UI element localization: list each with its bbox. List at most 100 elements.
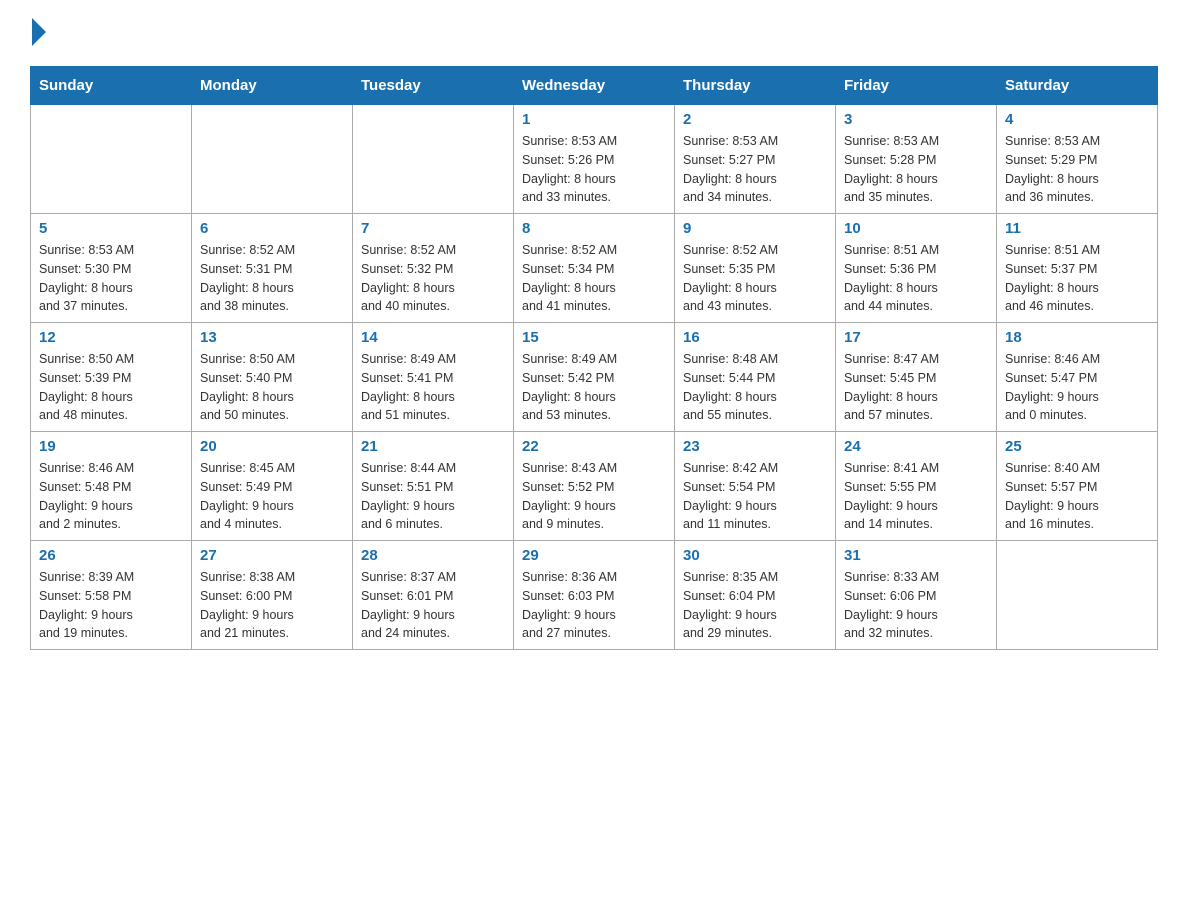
day-info: Sunrise: 8:52 AM Sunset: 5:32 PM Dayligh… xyxy=(361,241,505,316)
calendar-cell: 29Sunrise: 8:36 AM Sunset: 6:03 PM Dayli… xyxy=(514,541,675,650)
calendar-header-thursday: Thursday xyxy=(675,67,836,105)
calendar-header-row: SundayMondayTuesdayWednesdayThursdayFrid… xyxy=(31,67,1158,105)
calendar-cell: 15 Sunrise: 8:49 AM Sunset: 5:42 PM Dayli… xyxy=(514,323,675,432)
calendar-cell: 24 Sunrise: 8:41 AM Sunset: 5:55 PM Dayli… xyxy=(836,432,997,541)
day-number: 27 xyxy=(200,547,344,564)
calendar-header-sunday: Sunday xyxy=(31,67,192,105)
calendar-cell: 9Sunrise: 8:52 AM Sunset: 5:35 PM Daylig… xyxy=(675,214,836,323)
day-number: 1 xyxy=(522,111,666,128)
day-info: Sunrise: 8:52 AM Sunset: 5:31 PM Dayligh… xyxy=(200,241,344,316)
day-number: 23 xyxy=(683,438,827,455)
calendar-week-row: 1Sunrise: 8:53 AM Sunset: 5:26 PM Daylig… xyxy=(31,105,1158,214)
day-info: Sunrise: 8:43 AM Sunset: 5:52 PM Dayligh… xyxy=(522,459,666,534)
calendar-cell: 18 Sunrise: 8:46 AM Sunset: 5:47 PM Dayli… xyxy=(997,323,1158,432)
day-info: Sunrise: 8:40 AM Sunset: 5:57 PM Dayligh… xyxy=(1005,459,1149,534)
day-info: Sunrise: 8:44 AM Sunset: 5:51 PM Dayligh… xyxy=(361,459,505,534)
day-info: Sunrise: 8:50 AM Sunset: 5:39 PM Dayligh… xyxy=(39,350,183,425)
day-number: 28 xyxy=(361,547,505,564)
day-number: 8 xyxy=(522,220,666,237)
calendar-cell: 27 Sunrise: 8:38 AM Sunset: 6:00 PM Dayli… xyxy=(192,541,353,650)
calendar-cell xyxy=(31,105,192,214)
day-number: 18 xyxy=(1005,329,1149,346)
calendar-cell: 23 Sunrise: 8:42 AM Sunset: 5:54 PM Dayli… xyxy=(675,432,836,541)
day-info: Sunrise: 8:51 AM Sunset: 5:37 PM Dayligh… xyxy=(1005,241,1149,316)
day-number: 9 xyxy=(683,220,827,237)
day-number: 15 xyxy=(522,329,666,346)
day-info: Sunrise: 8:47 AM Sunset: 5:45 PM Dayligh… xyxy=(844,350,988,425)
calendar-week-row: 26 Sunrise: 8:39 AM Sunset: 5:58 PM Dayli… xyxy=(31,541,1158,650)
day-info: Sunrise: 8:37 AM Sunset: 6:01 PM Dayligh… xyxy=(361,568,505,643)
calendar-table: SundayMondayTuesdayWednesdayThursdayFrid… xyxy=(30,66,1158,650)
day-info: Sunrise: 8:41 AM Sunset: 5:55 PM Dayligh… xyxy=(844,459,988,534)
calendar-header-monday: Monday xyxy=(192,67,353,105)
day-number: 4 xyxy=(1005,111,1149,128)
calendar-cell: 30 Sunrise: 8:35 AM Sunset: 6:04 PM Dayli… xyxy=(675,541,836,650)
calendar-cell: 11 Sunrise: 8:51 AM Sunset: 5:37 PM Dayli… xyxy=(997,214,1158,323)
day-number: 5 xyxy=(39,220,183,237)
day-number: 14 xyxy=(361,329,505,346)
day-info: Sunrise: 8:42 AM Sunset: 5:54 PM Dayligh… xyxy=(683,459,827,534)
calendar-cell: 1Sunrise: 8:53 AM Sunset: 5:26 PM Daylig… xyxy=(514,105,675,214)
calendar-cell: 22 Sunrise: 8:43 AM Sunset: 5:52 PM Dayli… xyxy=(514,432,675,541)
day-number: 30 xyxy=(683,547,827,564)
calendar-week-row: 5 Sunrise: 8:53 AM Sunset: 5:30 PM Daylig… xyxy=(31,214,1158,323)
calendar-cell: 21 Sunrise: 8:44 AM Sunset: 5:51 PM Dayli… xyxy=(353,432,514,541)
calendar-cell: 12 Sunrise: 8:50 AM Sunset: 5:39 PM Dayli… xyxy=(31,323,192,432)
day-info: Sunrise: 8:45 AM Sunset: 5:49 PM Dayligh… xyxy=(200,459,344,534)
calendar-cell: 2Sunrise: 8:53 AM Sunset: 5:27 PM Daylig… xyxy=(675,105,836,214)
day-info: Sunrise: 8:46 AM Sunset: 5:47 PM Dayligh… xyxy=(1005,350,1149,425)
calendar-cell: 20 Sunrise: 8:45 AM Sunset: 5:49 PM Dayli… xyxy=(192,432,353,541)
calendar-header-saturday: Saturday xyxy=(997,67,1158,105)
page-header xyxy=(30,20,1158,46)
day-number: 31 xyxy=(844,547,988,564)
day-number: 6 xyxy=(200,220,344,237)
day-number: 26 xyxy=(39,547,183,564)
day-info: Sunrise: 8:51 AM Sunset: 5:36 PM Dayligh… xyxy=(844,241,988,316)
calendar-cell: 16Sunrise: 8:48 AM Sunset: 5:44 PM Dayli… xyxy=(675,323,836,432)
calendar-cell xyxy=(997,541,1158,650)
day-number: 20 xyxy=(200,438,344,455)
day-number: 16 xyxy=(683,329,827,346)
calendar-cell: 19Sunrise: 8:46 AM Sunset: 5:48 PM Dayli… xyxy=(31,432,192,541)
day-info: Sunrise: 8:46 AM Sunset: 5:48 PM Dayligh… xyxy=(39,459,183,534)
calendar-week-row: 12 Sunrise: 8:50 AM Sunset: 5:39 PM Dayli… xyxy=(31,323,1158,432)
calendar-cell xyxy=(353,105,514,214)
day-info: Sunrise: 8:38 AM Sunset: 6:00 PM Dayligh… xyxy=(200,568,344,643)
day-number: 12 xyxy=(39,329,183,346)
day-info: Sunrise: 8:35 AM Sunset: 6:04 PM Dayligh… xyxy=(683,568,827,643)
calendar-header-wednesday: Wednesday xyxy=(514,67,675,105)
calendar-cell: 25 Sunrise: 8:40 AM Sunset: 5:57 PM Dayli… xyxy=(997,432,1158,541)
calendar-week-row: 19Sunrise: 8:46 AM Sunset: 5:48 PM Dayli… xyxy=(31,432,1158,541)
calendar-cell: 3Sunrise: 8:53 AM Sunset: 5:28 PM Daylig… xyxy=(836,105,997,214)
day-number: 24 xyxy=(844,438,988,455)
calendar-cell: 28 Sunrise: 8:37 AM Sunset: 6:01 PM Dayli… xyxy=(353,541,514,650)
calendar-cell: 5 Sunrise: 8:53 AM Sunset: 5:30 PM Daylig… xyxy=(31,214,192,323)
day-info: Sunrise: 8:33 AM Sunset: 6:06 PM Dayligh… xyxy=(844,568,988,643)
calendar-cell: 26 Sunrise: 8:39 AM Sunset: 5:58 PM Dayli… xyxy=(31,541,192,650)
day-info: Sunrise: 8:49 AM Sunset: 5:41 PM Dayligh… xyxy=(361,350,505,425)
day-info: Sunrise: 8:53 AM Sunset: 5:27 PM Dayligh… xyxy=(683,132,827,207)
day-info: Sunrise: 8:53 AM Sunset: 5:28 PM Dayligh… xyxy=(844,132,988,207)
day-number: 25 xyxy=(1005,438,1149,455)
calendar-cell: 6 Sunrise: 8:52 AM Sunset: 5:31 PM Daylig… xyxy=(192,214,353,323)
day-number: 21 xyxy=(361,438,505,455)
day-number: 22 xyxy=(522,438,666,455)
day-info: Sunrise: 8:49 AM Sunset: 5:42 PM Dayligh… xyxy=(522,350,666,425)
calendar-cell: 31 Sunrise: 8:33 AM Sunset: 6:06 PM Dayli… xyxy=(836,541,997,650)
day-number: 29 xyxy=(522,547,666,564)
logo-arrow-icon xyxy=(32,18,46,46)
day-info: Sunrise: 8:50 AM Sunset: 5:40 PM Dayligh… xyxy=(200,350,344,425)
day-number: 7 xyxy=(361,220,505,237)
day-number: 17 xyxy=(844,329,988,346)
calendar-cell: 10 Sunrise: 8:51 AM Sunset: 5:36 PM Dayli… xyxy=(836,214,997,323)
calendar-header-tuesday: Tuesday xyxy=(353,67,514,105)
calendar-cell: 7 Sunrise: 8:52 AM Sunset: 5:32 PM Daylig… xyxy=(353,214,514,323)
day-info: Sunrise: 8:39 AM Sunset: 5:58 PM Dayligh… xyxy=(39,568,183,643)
day-number: 11 xyxy=(1005,220,1149,237)
calendar-cell: 17 Sunrise: 8:47 AM Sunset: 5:45 PM Dayli… xyxy=(836,323,997,432)
day-info: Sunrise: 8:53 AM Sunset: 5:29 PM Dayligh… xyxy=(1005,132,1149,207)
calendar-cell: 13Sunrise: 8:50 AM Sunset: 5:40 PM Dayli… xyxy=(192,323,353,432)
calendar-cell: 8Sunrise: 8:52 AM Sunset: 5:34 PM Daylig… xyxy=(514,214,675,323)
day-number: 10 xyxy=(844,220,988,237)
day-info: Sunrise: 8:53 AM Sunset: 5:30 PM Dayligh… xyxy=(39,241,183,316)
